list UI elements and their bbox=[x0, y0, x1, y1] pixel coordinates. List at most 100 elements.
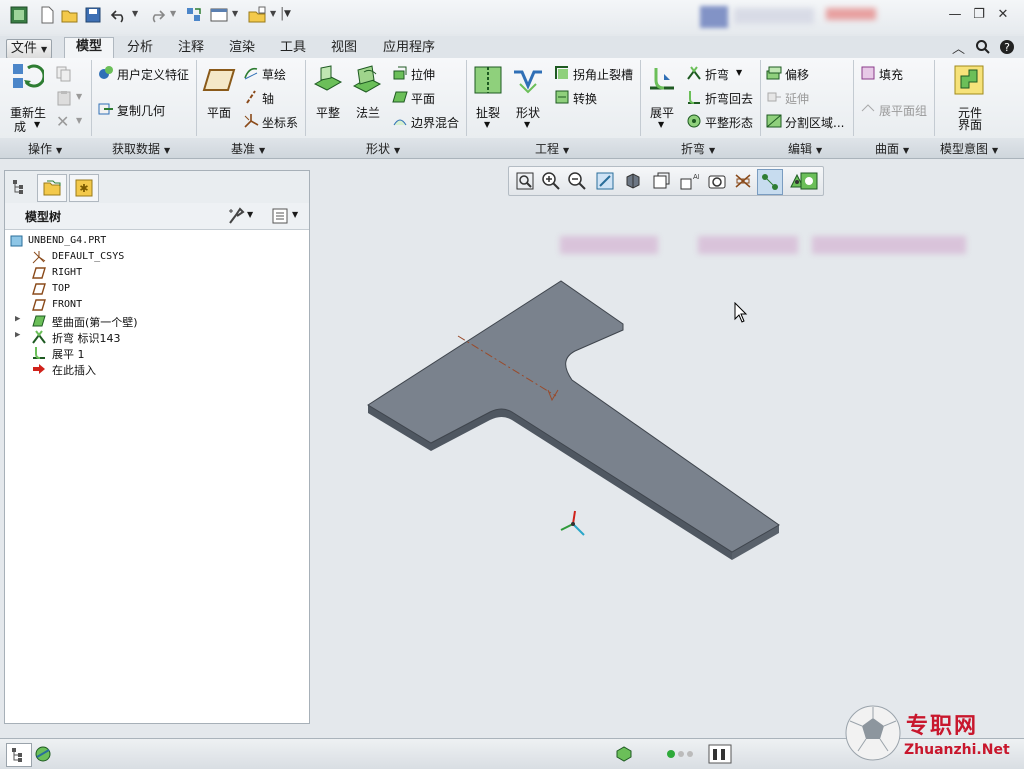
group-shapes[interactable]: 形状 ▼ bbox=[366, 140, 400, 157]
axis-button[interactable]: 轴 bbox=[262, 90, 274, 107]
chevron-down-icon[interactable]: ▼ bbox=[34, 120, 40, 129]
form-button[interactable]: 形状 bbox=[516, 104, 540, 121]
undo-dropdown-icon[interactable]: ▼ bbox=[132, 9, 138, 18]
flange-wall-icon[interactable] bbox=[350, 64, 384, 96]
tab-view[interactable]: 视图 bbox=[322, 39, 366, 57]
tab-applications[interactable]: 应用程序 bbox=[373, 39, 445, 57]
flat-pattern-button[interactable]: 展平面组 bbox=[879, 102, 927, 119]
group-surfaces[interactable]: 曲面 ▼ bbox=[875, 140, 909, 157]
chevron-down-icon[interactable]: ▼ bbox=[736, 68, 742, 77]
snapshot-icon[interactable] bbox=[707, 171, 727, 191]
bend-back-icon[interactable] bbox=[686, 89, 702, 105]
regenerate-label-2[interactable]: 成 bbox=[14, 118, 26, 135]
corner-relief-button[interactable]: 拐角止裂槽 bbox=[573, 66, 633, 83]
extend-icon[interactable] bbox=[766, 89, 782, 105]
expand-arrow-icon[interactable]: ▶ bbox=[15, 314, 20, 324]
expand-arrow-icon[interactable]: ▶ bbox=[15, 330, 20, 340]
bend-back-button[interactable]: 折弯回去 bbox=[705, 90, 753, 107]
close-icon[interactable]: ✕ bbox=[996, 8, 1010, 22]
copy-icon[interactable] bbox=[56, 66, 72, 82]
convert-button[interactable]: 转换 bbox=[573, 90, 597, 107]
group-operations[interactable]: 操作 ▼ bbox=[28, 140, 62, 157]
tree-row-unbend[interactable]: 展平 1 bbox=[5, 345, 309, 361]
display-style-icon[interactable] bbox=[623, 171, 643, 191]
rip-icon[interactable] bbox=[472, 64, 504, 96]
datum-display-icon[interactable] bbox=[733, 171, 753, 191]
selection-filter-icon[interactable] bbox=[708, 744, 732, 764]
component-interface-label-2[interactable]: 界面 bbox=[958, 116, 982, 133]
flat-pattern-icon[interactable] bbox=[860, 101, 876, 117]
repaint-icon[interactable] bbox=[595, 171, 615, 191]
regenerate-icon[interactable] bbox=[12, 62, 44, 96]
csys-icon[interactable] bbox=[243, 113, 259, 129]
windows-dropdown-icon[interactable]: ▼ bbox=[232, 9, 238, 18]
tree-row-front[interactable]: FRONT bbox=[5, 297, 309, 313]
tree-row-part[interactable]: UNBEND_G4.PRT bbox=[5, 233, 309, 249]
delete-icon[interactable]: ✕ bbox=[56, 112, 69, 131]
zoom-in-icon[interactable] bbox=[541, 171, 561, 191]
convert-icon[interactable] bbox=[554, 89, 570, 105]
chevron-down-icon[interactable]: ▼ bbox=[524, 120, 530, 129]
tree-row-csys[interactable]: DEFAULT_CSYS bbox=[5, 249, 309, 265]
chevron-down-icon[interactable]: ▼ bbox=[76, 116, 82, 125]
group-model-intent[interactable]: 模型意图 ▼ bbox=[940, 140, 998, 157]
corner-relief-icon[interactable] bbox=[554, 65, 570, 81]
regenerate-icon[interactable] bbox=[185, 6, 203, 24]
copy-geometry-icon[interactable] bbox=[98, 101, 114, 117]
tab-model[interactable]: 模型 bbox=[64, 37, 114, 59]
undo-icon[interactable] bbox=[110, 6, 128, 24]
collapse-ribbon-icon[interactable]: ︿ bbox=[952, 38, 965, 57]
boundary-blend-icon[interactable] bbox=[392, 113, 408, 129]
model-tree-tab-icon[interactable] bbox=[11, 179, 27, 195]
redo-dropdown-icon[interactable]: ▼ bbox=[170, 9, 176, 18]
flange-wall-button[interactable]: 法兰 bbox=[356, 104, 380, 121]
tab-file[interactable]: 文件 ▼ bbox=[6, 39, 52, 59]
tab-tools[interactable]: 工具 bbox=[271, 39, 315, 57]
customize-icon[interactable]: ▼ bbox=[284, 9, 291, 19]
datum-plane-button[interactable]: 平面 bbox=[207, 104, 231, 121]
boundary-blend-button[interactable]: 边界混合 bbox=[411, 114, 459, 131]
toggle-navigator-button[interactable] bbox=[6, 743, 32, 767]
tree-settings-icon[interactable] bbox=[227, 207, 245, 225]
group-get-data[interactable]: 获取数据 ▼ bbox=[112, 140, 170, 157]
flatten-form-icon[interactable] bbox=[686, 113, 702, 129]
tree-row-top[interactable]: TOP bbox=[5, 281, 309, 297]
tree-row-bend[interactable]: ▶ 折弯 标识143 bbox=[5, 329, 309, 345]
part-top-face[interactable] bbox=[367, 280, 780, 553]
sketch-icon[interactable] bbox=[243, 65, 259, 81]
chevron-down-icon[interactable]: ▼ bbox=[658, 120, 664, 129]
component-interface-icon[interactable] bbox=[953, 64, 985, 96]
app-icon[interactable] bbox=[10, 6, 28, 24]
copy-geometry-button[interactable]: 复制几何 bbox=[117, 102, 165, 119]
tab-analysis[interactable]: 分析 bbox=[118, 39, 162, 57]
flatten-form-button[interactable]: 平整形态 bbox=[705, 114, 753, 131]
planar-button[interactable]: 平面 bbox=[411, 90, 435, 107]
save-icon[interactable] bbox=[84, 6, 102, 24]
sketch-button[interactable]: 草绘 bbox=[262, 66, 286, 83]
show-columns-icon[interactable] bbox=[271, 207, 289, 225]
offset-icon[interactable] bbox=[766, 65, 782, 81]
redo-icon[interactable] bbox=[148, 6, 166, 24]
tree-row-wall[interactable]: ▶ 壁曲面(第一个壁) bbox=[5, 313, 309, 329]
datum-plane-icon[interactable] bbox=[202, 66, 236, 94]
tab-annotate[interactable]: 注释 bbox=[169, 39, 213, 57]
appearance-icon[interactable] bbox=[799, 171, 819, 191]
axis-icon[interactable] bbox=[243, 89, 259, 105]
favorites-tab[interactable]: ✱ bbox=[69, 174, 99, 202]
view-manager-icon[interactable]: AB bbox=[679, 171, 699, 191]
close-window-icon[interactable] bbox=[248, 6, 266, 24]
udf-button[interactable]: 用户定义特征 bbox=[117, 66, 189, 83]
paste-icon[interactable] bbox=[56, 90, 72, 106]
csys-button[interactable]: 坐标系 bbox=[262, 114, 298, 131]
help-icon[interactable]: ? bbox=[999, 39, 1015, 55]
tree-row-right[interactable]: RIGHT bbox=[5, 265, 309, 281]
windows-icon[interactable] bbox=[210, 6, 228, 24]
bend-button[interactable]: 折弯 bbox=[705, 66, 729, 83]
offset-button[interactable]: 偏移 bbox=[785, 66, 809, 83]
extend-button[interactable]: 延伸 bbox=[785, 90, 809, 107]
split-area-icon[interactable] bbox=[766, 113, 782, 129]
annotation-display-toggle[interactable] bbox=[757, 169, 783, 195]
group-datum[interactable]: 基准 ▼ bbox=[231, 140, 265, 157]
tree-row-insert-here[interactable]: 在此插入 bbox=[5, 361, 309, 377]
graphics-window[interactable] bbox=[310, 160, 1024, 736]
